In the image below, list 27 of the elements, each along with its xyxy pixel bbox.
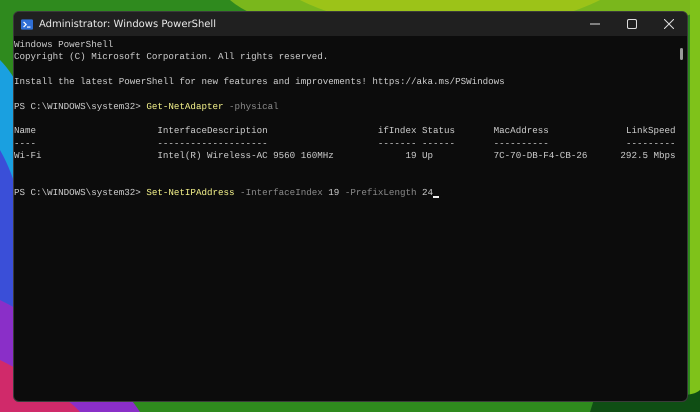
- column-header: InterfaceDescription: [157, 125, 268, 136]
- console-line: Copyright (C) Microsoft Corporation. All rights reserved.: [14, 51, 328, 64]
- table-cell: 7C-70-DB-F4-CB-26: [494, 150, 588, 162]
- console-line: Install the latest PowerShell for new features and improvements! https://aka.ms/PSWindows: [14, 76, 505, 88]
- header-underline: -------: [378, 138, 416, 149]
- console-line: PS C:\WINDOWS\system32> Get-NetAdapter -physical: [14, 100, 279, 114]
- table-cell: 292.5 Mbps: [620, 150, 676, 162]
- table-cell: Intel(R) Wireless-AC 9560 160MHz: [157, 150, 334, 162]
- window-title: Administrator: Windows PowerShell: [39, 18, 217, 30]
- close-icon: [664, 19, 674, 29]
- column-header: Name: [14, 125, 36, 136]
- header-underline: ---------: [626, 138, 676, 149]
- header-underline: --------------------: [157, 138, 268, 149]
- column-header: ifIndex: [378, 125, 416, 136]
- header-underline: ----------: [494, 138, 549, 149]
- column-header: LinkSpeed: [626, 125, 676, 136]
- console-line: PS C:\WINDOWS\system32> Set-NetIPAddress -InterfaceIndex 19 -PrefixLength 24: [14, 187, 434, 200]
- header-underline: ----: [14, 138, 36, 149]
- terminal-icon: [21, 18, 33, 30]
- console-line: Windows PowerShell: [14, 39, 114, 52]
- table-cell: Wi-Fi: [14, 150, 42, 162]
- column-header: Status: [422, 125, 456, 136]
- header-underline: ------: [422, 138, 456, 149]
- table-cell: 19: [405, 150, 416, 162]
- maximize-icon: [626, 19, 636, 29]
- column-header: MacAddress: [494, 125, 549, 136]
- table-cell: Up: [422, 150, 433, 162]
